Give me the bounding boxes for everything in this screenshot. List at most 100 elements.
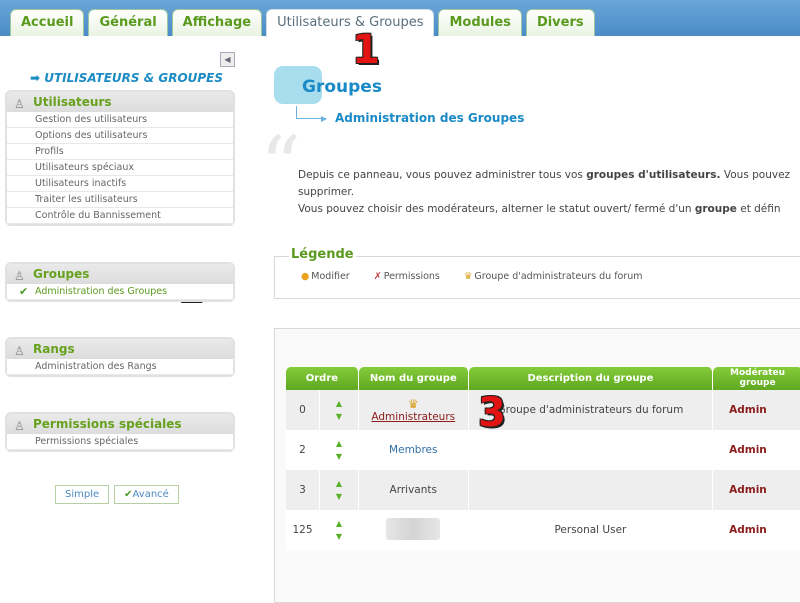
blurred-group-name[interactable] xyxy=(386,517,441,540)
move-down-icon[interactable]: ▼ xyxy=(320,410,358,423)
check-icon: ✔ xyxy=(124,489,133,500)
avance-button[interactable]: ✔Avancé xyxy=(114,485,179,504)
user-icon: ♙ xyxy=(14,97,25,111)
desc-bold: groupes d'utilisateurs. xyxy=(586,169,721,181)
box-header: ♙ Groupes xyxy=(7,264,233,284)
group-name-link[interactable]: Administrateurs xyxy=(371,411,455,423)
group-name-cell: Arrivants xyxy=(358,470,469,510)
desc-text: Vous pouvez choisir des modérateurs, alt… xyxy=(298,203,695,215)
crown-icon: ♛ xyxy=(407,397,419,411)
group-moderator-link[interactable]: Admin xyxy=(713,470,800,510)
legend-modifier: ● Modifier xyxy=(301,271,350,282)
column-header-ordre: Ordre xyxy=(286,367,359,390)
crown-icon: ♛ xyxy=(463,271,473,282)
groups-table: Ordre Nom du groupe Description du group… xyxy=(286,367,800,550)
page-title: Groupes xyxy=(302,77,382,97)
page-subtitle: Administration des Groupes xyxy=(335,111,525,125)
desc-bold: groupe xyxy=(694,203,737,215)
order-arrows: ▲ ▼ xyxy=(319,390,359,430)
sidebar-item-options-utilisateurs[interactable]: Options des utilisateurs xyxy=(7,128,233,144)
subtitle-arrow-icon xyxy=(296,106,327,122)
order-arrows: ▲ ▼ xyxy=(319,430,359,470)
group-name-link[interactable]: Membres xyxy=(389,444,437,456)
avance-label: Avancé xyxy=(132,489,169,500)
group-icon: ♙ xyxy=(14,269,25,283)
tab-accueil[interactable]: Accueil xyxy=(10,9,85,36)
legend-label: Groupe d'administrateurs du forum xyxy=(474,271,643,282)
mode-buttons: Simple ✔Avancé xyxy=(55,485,179,504)
sidebar-item-label: Administration des Groupes xyxy=(35,286,168,297)
group-description xyxy=(468,470,714,510)
move-down-icon[interactable]: ▼ xyxy=(320,490,358,503)
groups-table-panel: Ordre Nom du groupe Description du group… xyxy=(274,328,800,603)
sidebar-item-profils[interactable]: Profils xyxy=(7,144,233,160)
legend-box: Légende ● Modifier ✗ Permissions ♛ Groupe d… xyxy=(274,247,800,299)
group-moderator-link[interactable]: Admin xyxy=(713,510,800,550)
annotation-3: 3 xyxy=(478,390,506,436)
box-header: ♙ Utilisateurs xyxy=(7,92,233,112)
tab-affichage[interactable]: Affichage xyxy=(171,9,263,36)
tab-modules[interactable]: Modules xyxy=(438,9,522,36)
tab-divers[interactable]: Divers xyxy=(525,9,595,36)
sidebar-item-utilisateurs-inactifs[interactable]: Utilisateurs inactifs xyxy=(7,176,233,192)
move-down-icon[interactable]: ▼ xyxy=(320,450,358,463)
move-up-icon[interactable]: ▲ xyxy=(320,397,358,410)
table-row: 3 ▲ ▼ Arrivants Admin xyxy=(286,470,800,510)
desc-text: Vous pouvez xyxy=(720,169,791,181)
sidebar-item-controle-bannissement[interactable]: Contrôle du Bannissement xyxy=(7,208,233,224)
column-header-description: Description du groupe xyxy=(468,367,714,390)
tab-general[interactable]: Général xyxy=(88,9,168,36)
quote-icon: “ xyxy=(260,119,301,212)
sidebar-item-permissions-speciales[interactable]: Permissions spéciales xyxy=(7,434,233,450)
move-up-icon[interactable]: ▲ xyxy=(320,477,358,490)
box-title: Rangs xyxy=(33,342,75,356)
group-name-cell: Membres xyxy=(358,430,469,470)
table-row: 2 ▲ ▼ Membres Admin xyxy=(286,430,800,470)
group-moderator-link[interactable]: Admin xyxy=(713,430,800,470)
order-arrows: ▲ ▼ xyxy=(319,470,359,510)
sidebar-item-administration-groupes[interactable]: ✔ Administration des Groupes xyxy=(7,284,233,300)
check-icon: ✔ xyxy=(19,285,29,298)
move-up-icon[interactable]: ▲ xyxy=(320,437,358,450)
group-name-cell: ♛ Administrateurs xyxy=(358,390,469,430)
row-order: 3 xyxy=(286,470,320,510)
move-up-icon[interactable]: ▲ xyxy=(320,517,358,530)
group-description xyxy=(468,430,714,470)
permissions-icon: ✗ xyxy=(373,271,382,282)
desc-text: supprimer. xyxy=(298,186,355,198)
box-title: Utilisateurs xyxy=(33,95,112,109)
rank-icon: ♙ xyxy=(14,344,25,358)
row-order: 125 xyxy=(286,510,320,550)
row-order: 0 xyxy=(286,390,320,430)
row-order: 2 xyxy=(286,430,320,470)
desc-text: Depuis ce panneau, vous pouvez administr… xyxy=(298,169,587,181)
permissions-icon: ♙ xyxy=(14,419,25,433)
group-name-link[interactable]: Arrivants xyxy=(390,484,437,496)
legend-admin-group: ♛ Groupe d'administrateurs du forum xyxy=(464,271,643,282)
box-permissions-speciales: ♙ Permissions spéciales Permissions spéci… xyxy=(5,412,235,452)
box-groupes: ♙ Groupes ✔ Administration des Groupes xyxy=(5,262,235,302)
sidebar-item-gestion-utilisateurs[interactable]: Gestion des utilisateurs xyxy=(7,112,233,128)
sidebar-item-traiter-utilisateurs[interactable]: Traiter les utilisateurs xyxy=(7,192,233,208)
group-name-cell xyxy=(358,510,469,550)
collapse-sidebar-icon[interactable]: ◀ xyxy=(220,52,235,67)
group-description: Personal User xyxy=(468,510,714,550)
box-rangs: ♙ Rangs Administration des Rangs xyxy=(5,337,235,377)
tab-utilisateurs-groupes[interactable]: Utilisateurs & Groupes xyxy=(266,9,435,37)
sidebar-item-administration-rangs[interactable]: Administration des Rangs xyxy=(7,359,233,375)
main-content: Groupes Administration des Groupes “ Dep… xyxy=(260,36,800,603)
table-row: 0 ▲ ▼ ♛ Administrateurs Groupe d'administr… xyxy=(286,390,800,430)
table-row: 125 ▲ ▼ Personal User Admin xyxy=(286,510,800,550)
order-arrows: ▲ ▼ xyxy=(319,510,359,550)
simple-button[interactable]: Simple xyxy=(55,485,110,504)
group-moderator-link[interactable]: Admin xyxy=(713,390,800,430)
box-header: ♙ Rangs xyxy=(7,339,233,359)
page-description: Depuis ce panneau, vous pouvez administr… xyxy=(298,167,800,218)
main-tabs: Accueil Général Affichage Utilisateurs &… xyxy=(10,9,595,37)
sidebar-title: ➡ UTILISATEURS & GROUPES xyxy=(30,71,224,85)
edit-icon: ● xyxy=(301,271,310,282)
legend-permissions: ✗ Permissions xyxy=(374,271,440,282)
move-down-icon[interactable]: ▼ xyxy=(320,530,358,543)
legend-title: Légende xyxy=(289,247,356,262)
sidebar-item-utilisateurs-speciaux[interactable]: Utilisateurs spéciaux xyxy=(7,160,233,176)
